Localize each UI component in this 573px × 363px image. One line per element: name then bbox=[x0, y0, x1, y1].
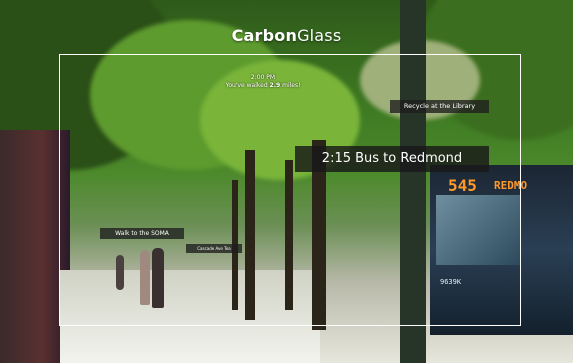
status-walked: You've walked 2.9 miles! bbox=[225, 82, 301, 89]
notification-small[interactable]: Cascade Ave Tea bbox=[186, 244, 242, 253]
notification-bus[interactable]: 2:15 Bus to Redmond bbox=[295, 146, 489, 172]
notification-soma[interactable]: Walk to the SOMA bbox=[100, 228, 184, 239]
notification-recycle[interactable]: Recycle at the Library bbox=[390, 100, 489, 113]
app-logo: CarbonGlass bbox=[0, 26, 573, 45]
glass-view-frame bbox=[59, 54, 521, 326]
logo-regular: Glass bbox=[297, 26, 342, 45]
status-readout: 2:00 PM You've walked 2.9 miles! bbox=[218, 74, 308, 90]
logo-bold: Carbon bbox=[231, 26, 298, 45]
status-time: 2:00 PM bbox=[250, 74, 276, 81]
